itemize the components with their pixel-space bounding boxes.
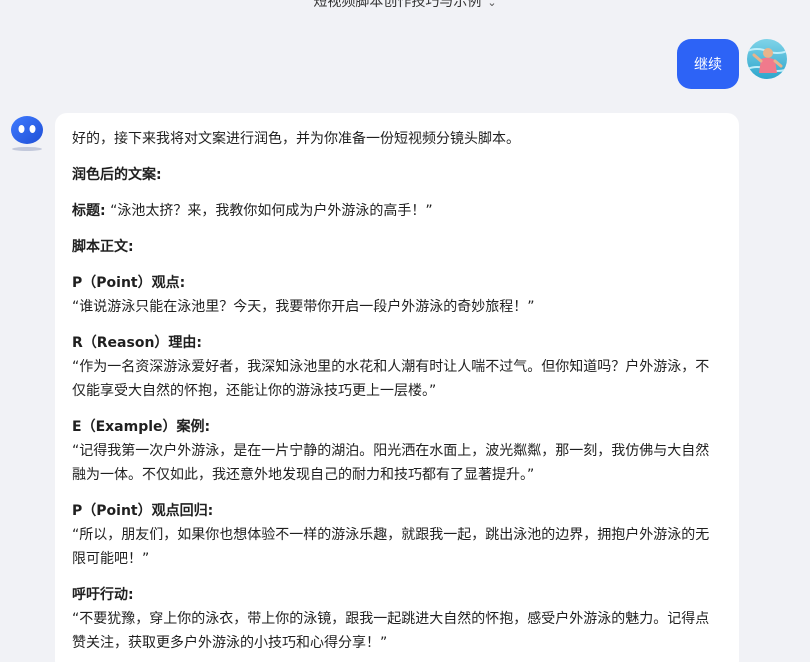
- conversation-title-text: 短视频脚本创作技巧与示例: [313, 0, 482, 10]
- title-text: “泳池太挤？来，我教你如何成为户外游泳的高手！”: [110, 203, 433, 219]
- avatar-shadow: [12, 147, 42, 151]
- section-heading: P（Point）观点回归:: [72, 503, 214, 519]
- user-message-bubble: 继续: [677, 39, 739, 89]
- chevron-down-icon[interactable]: ⌄: [487, 0, 496, 9]
- user-avatar[interactable]: [747, 39, 787, 79]
- section-body: “谁说游泳只能在泳池里？今天，我要带你开启一段户外游泳的奇妙旅程！”: [72, 299, 535, 315]
- section-heading: E（Example）案例:: [72, 419, 211, 435]
- section-heading: P（Point）观点:: [72, 275, 186, 291]
- polished-heading: 润色后的文案:: [72, 167, 162, 183]
- robot-avatar-icon: [10, 114, 44, 148]
- section-heading: R（Reason）理由:: [72, 335, 203, 351]
- section-body: “记得我第一次户外游泳，是在一片宁静的湖泊。阳光洒在水面上，波光粼粼，那一刻，我…: [72, 443, 710, 483]
- section-body: “作为一名资深游泳爱好者，我深知泳池里的水花和人潮有时让人喘不过气。但你知道吗？…: [72, 359, 710, 399]
- conversation-title[interactable]: 短视频脚本创作技巧与示例 ⌄: [0, 0, 810, 11]
- section-body: “不要犹豫，穿上你的泳衣，带上你的泳镜，跟我一起跳进大自然的怀抱，感受户外游泳的…: [72, 611, 710, 651]
- title-line: 标题: “泳池太挤？来，我教你如何成为户外游泳的高手！”: [72, 199, 722, 223]
- title-label: 标题:: [72, 203, 106, 219]
- user-avatar-image: [747, 39, 787, 79]
- user-message-text: 继续: [694, 57, 722, 73]
- section-body: “所以，朋友们，如果你也想体验不一样的游泳乐趣，就跟我一起，跳出泳池的边界，拥抱…: [72, 527, 710, 567]
- script-heading: 脚本正文:: [72, 239, 134, 255]
- chat-page: 短视频脚本创作技巧与示例 ⌄ 继续 好的，接下来我将对文案进行润色，并为你准备一…: [0, 0, 810, 662]
- intro-text: 好的，接下来我将对文案进行润色，并为你准备一份短视频分镜头脚本。: [72, 131, 520, 147]
- assistant-message-bubble: 好的，接下来我将对文案进行润色，并为你准备一份短视频分镜头脚本。 润色后的文案:…: [55, 113, 739, 662]
- section-heading: 呼吁行动:: [72, 587, 134, 603]
